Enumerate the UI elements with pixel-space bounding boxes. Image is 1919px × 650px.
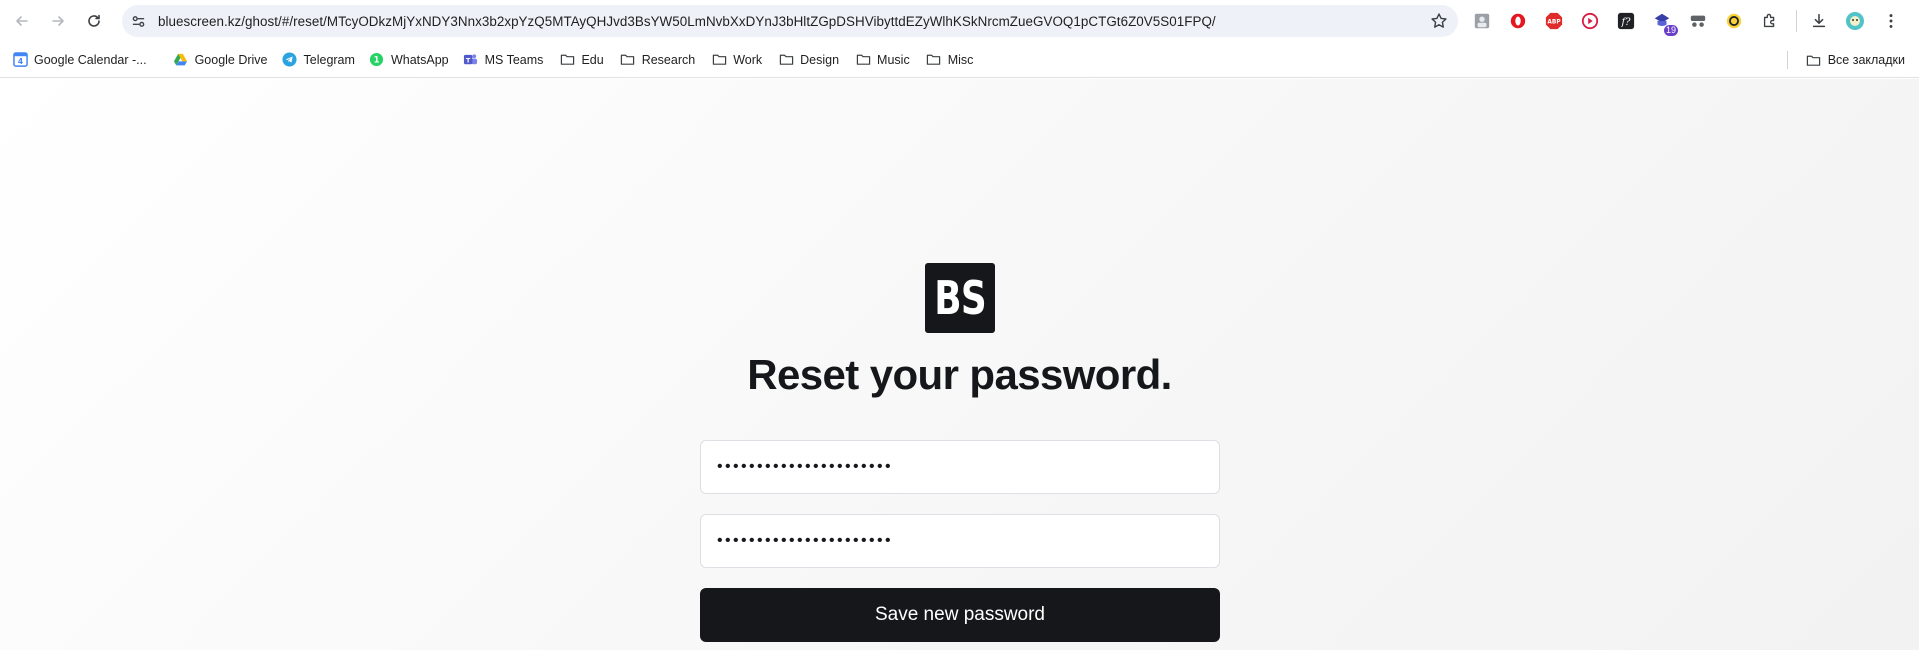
bookmark-folder-misc[interactable]: Misc [920, 46, 980, 74]
page-title: Reset your password. [747, 351, 1172, 398]
bookmark-folder-music[interactable]: Music [849, 46, 916, 74]
bookmarks-bar: 4 Google Calendar -... Google Drive Tele… [0, 42, 1919, 78]
svg-text:1: 1 [374, 55, 380, 65]
folder-icon [926, 52, 942, 68]
bookmarks-separator [1786, 51, 1788, 69]
all-bookmarks-label: Все закладки [1827, 53, 1905, 67]
folder-icon [778, 52, 794, 68]
telegram-icon [282, 52, 298, 68]
svg-text:f?: f? [1621, 17, 1632, 28]
new-password-input[interactable]: •••••••••••••••••••••• [700, 440, 1220, 494]
classroom-extension-icon[interactable]: 19 [1650, 9, 1678, 36]
bookmark-label: Research [641, 52, 696, 67]
new-password-value: •••••••••••••••••••••• [717, 458, 894, 475]
bookmark-label: WhatsApp [390, 52, 449, 67]
folder-icon [559, 52, 575, 68]
bookmark-label: Telegram [303, 52, 355, 67]
confirm-password-input[interactable]: •••••••••••••••••••••• [700, 514, 1220, 568]
bookmark-star-icon[interactable] [1430, 12, 1448, 30]
bookmark-label: Edu [581, 52, 604, 67]
svg-text:4: 4 [17, 57, 22, 66]
logo-text: BS [934, 271, 986, 325]
url-text[interactable]: bluescreen.kz/ghost/#/reset/MTcyODkzMjYx… [158, 14, 1398, 29]
forward-button[interactable] [44, 7, 72, 35]
extensions-area: ABP f? 19 [1470, 9, 1915, 36]
yellow-circle-extension-icon[interactable] [1722, 9, 1746, 33]
extension-badge: 19 [1663, 25, 1678, 36]
folder-icon [620, 52, 636, 68]
function-extension-icon[interactable]: f? [1614, 9, 1638, 33]
incognito-extension-icon[interactable] [1686, 9, 1710, 33]
bookmark-google-drive[interactable]: Google Drive [167, 46, 274, 74]
all-bookmarks-area: Все закладки [1786, 46, 1911, 74]
svg-text:T: T [466, 56, 471, 64]
folder-icon [1806, 52, 1822, 68]
reload-button[interactable] [80, 7, 108, 35]
folder-icon [711, 52, 727, 68]
whatsapp-icon: 1 [369, 52, 385, 68]
back-button[interactable] [8, 7, 36, 35]
confirm-password-value: •••••••••••••••••••••• [717, 532, 894, 549]
ms-teams-icon: T [463, 52, 479, 68]
site-info-icon[interactable] [128, 11, 148, 31]
extensions-puzzle-icon[interactable] [1758, 9, 1782, 33]
bookmark-folder-research[interactable]: Research [614, 46, 702, 74]
google-calendar-icon: 4 [12, 52, 28, 68]
svg-text:ABP: ABP [1547, 20, 1561, 26]
bookmark-folder-edu[interactable]: Edu [553, 46, 609, 74]
all-bookmarks-button[interactable]: Все закладки [1800, 46, 1911, 74]
site-logo: BS [925, 263, 995, 333]
bookmark-label: Music [877, 52, 910, 67]
adblock-plus-icon[interactable]: ABP [1542, 9, 1566, 33]
profile-photo-extension-icon[interactable] [1470, 9, 1494, 33]
reset-password-page: BS Reset your password. ••••••••••••••••… [0, 79, 1919, 650]
bookmark-label: Design [800, 52, 840, 67]
bookmark-whatsapp[interactable]: 1 WhatsApp [363, 46, 455, 74]
browser-menu-icon[interactable] [1879, 9, 1903, 33]
video-player-extension-icon[interactable] [1578, 9, 1602, 33]
reload-icon [88, 14, 100, 27]
bookmark-label: Work [733, 52, 763, 67]
google-drive-icon [173, 52, 189, 68]
bookmark-google-calendar[interactable]: 4 Google Calendar -... [6, 46, 153, 74]
address-bar[interactable]: bluescreen.kz/ghost/#/reset/MTcyODkzMjYx… [122, 5, 1458, 37]
bookmark-label: Misc [947, 52, 974, 67]
bookmark-telegram[interactable]: Telegram [276, 46, 361, 74]
bookmark-folder-work[interactable]: Work [705, 46, 768, 74]
arrow-left-icon [16, 16, 28, 26]
arrow-right-icon [52, 16, 64, 26]
bookmark-label: Google Calendar -... [34, 52, 147, 67]
folder-icon [855, 52, 871, 68]
bookmark-folder-design[interactable]: Design [772, 46, 845, 74]
profile-avatar-icon[interactable] [1843, 9, 1867, 33]
save-new-password-button[interactable]: Save new password [700, 588, 1220, 642]
bookmark-ms-teams[interactable]: T MS Teams [457, 46, 550, 74]
bookmark-label: MS Teams [484, 52, 544, 67]
downloads-icon[interactable] [1807, 9, 1831, 33]
bookmark-label: Google Drive [194, 52, 268, 67]
toolbar-separator [1796, 10, 1797, 32]
opera-extension-icon[interactable] [1506, 9, 1530, 33]
browser-toolbar: bluescreen.kz/ghost/#/reset/MTcyODkzMjYx… [0, 0, 1919, 42]
